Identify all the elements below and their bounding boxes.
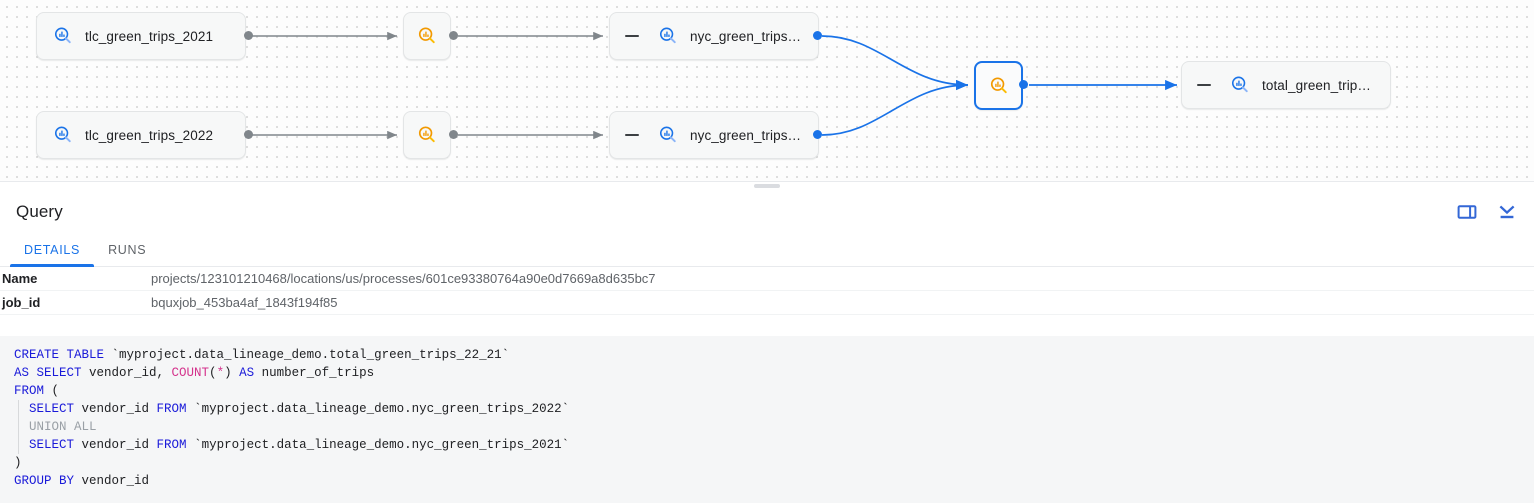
sql-line: )	[14, 454, 1534, 472]
pane-divider	[0, 181, 1534, 190]
panel-title: Query	[16, 202, 63, 222]
pane-resize-handle[interactable]	[754, 184, 780, 188]
sql-code-block[interactable]: CREATE TABLE `myproject.data_lineage_dem…	[0, 336, 1534, 503]
node-output-port[interactable]	[813, 130, 822, 139]
sql-line: CREATE TABLE `myproject.data_lineage_dem…	[14, 346, 1534, 364]
collapse-panel-icon[interactable]	[1496, 201, 1518, 223]
detail-key: Name	[0, 271, 151, 286]
sql-line: SELECT vendor_id FROM `myproject.data_li…	[14, 400, 1534, 418]
query-panel-header: Query	[0, 190, 1534, 234]
sql-line: FROM (	[14, 382, 1534, 400]
lineage-node-nyc-green-trips-2022[interactable]: nyc_green_trips…	[609, 111, 819, 159]
table-row: job_id bquxjob_453ba4af_1843f194f85	[0, 291, 1534, 315]
tab-details[interactable]: DETAILS	[10, 234, 94, 266]
sql-line: SELECT vendor_id FROM `myproject.data_li…	[14, 436, 1534, 454]
sql-line: AS SELECT vendor_id, COUNT(*) AS number_…	[14, 364, 1534, 382]
collapse-node-icon[interactable]	[1194, 75, 1214, 95]
lineage-node-label: total_green_trip…	[1262, 78, 1371, 93]
node-output-port[interactable]	[244, 31, 253, 40]
query-panel-actions	[1456, 201, 1518, 223]
collapse-node-icon[interactable]	[622, 125, 642, 145]
lineage-node-label: tlc_green_trips_2021	[85, 29, 213, 44]
tab-label: DETAILS	[24, 243, 80, 257]
node-output-port[interactable]	[813, 31, 822, 40]
lineage-node-label: nyc_green_trips…	[690, 29, 801, 44]
tab-runs[interactable]: RUNS	[94, 234, 160, 266]
lineage-node-tlc-green-trips-2021[interactable]: tlc_green_trips_2021	[36, 12, 246, 60]
bigquery-process-icon	[415, 24, 439, 48]
node-output-port[interactable]	[449, 31, 458, 40]
data-lineage-page: tlc_green_trips_2021	[0, 0, 1534, 503]
lineage-node-process-1[interactable]	[403, 12, 451, 60]
sql-line: GROUP BY vendor_id	[14, 472, 1534, 490]
lineage-node-tlc-green-trips-2022[interactable]: tlc_green_trips_2022	[36, 111, 246, 159]
bigquery-table-icon	[656, 24, 680, 48]
table-row: Name projects/123101210468/locations/us/…	[0, 267, 1534, 291]
bigquery-process-icon	[987, 74, 1011, 98]
lineage-node-label: tlc_green_trips_2022	[85, 128, 213, 143]
detail-value: bquxjob_453ba4af_1843f194f85	[151, 295, 338, 310]
detail-value: projects/123101210468/locations/us/proce…	[151, 271, 656, 286]
node-output-port[interactable]	[244, 130, 253, 139]
query-panel-tabs: DETAILS RUNS	[0, 234, 1534, 267]
details-table: Name projects/123101210468/locations/us/…	[0, 267, 1534, 315]
split-panel-icon[interactable]	[1456, 201, 1478, 223]
node-output-port[interactable]	[1019, 80, 1028, 89]
bigquery-table-icon	[1228, 73, 1252, 97]
bigquery-table-icon	[656, 123, 680, 147]
lineage-node-process-3-selected[interactable]	[974, 61, 1023, 110]
bigquery-process-icon	[415, 123, 439, 147]
lineage-node-label: nyc_green_trips…	[690, 128, 801, 143]
node-output-port[interactable]	[449, 130, 458, 139]
lineage-node-total-green-trips[interactable]: total_green_trip…	[1181, 61, 1391, 109]
lineage-graph-canvas[interactable]: tlc_green_trips_2021	[0, 0, 1534, 181]
lineage-node-process-2[interactable]	[403, 111, 451, 159]
bigquery-table-icon	[51, 24, 75, 48]
bigquery-table-icon	[51, 123, 75, 147]
collapse-node-icon[interactable]	[622, 26, 642, 46]
query-panel: Query DETAILS	[0, 190, 1534, 503]
tab-label: RUNS	[108, 243, 146, 257]
sql-line: UNION ALL	[14, 418, 1534, 436]
detail-key: job_id	[0, 295, 151, 310]
lineage-node-nyc-green-trips-2021[interactable]: nyc_green_trips…	[609, 12, 819, 60]
